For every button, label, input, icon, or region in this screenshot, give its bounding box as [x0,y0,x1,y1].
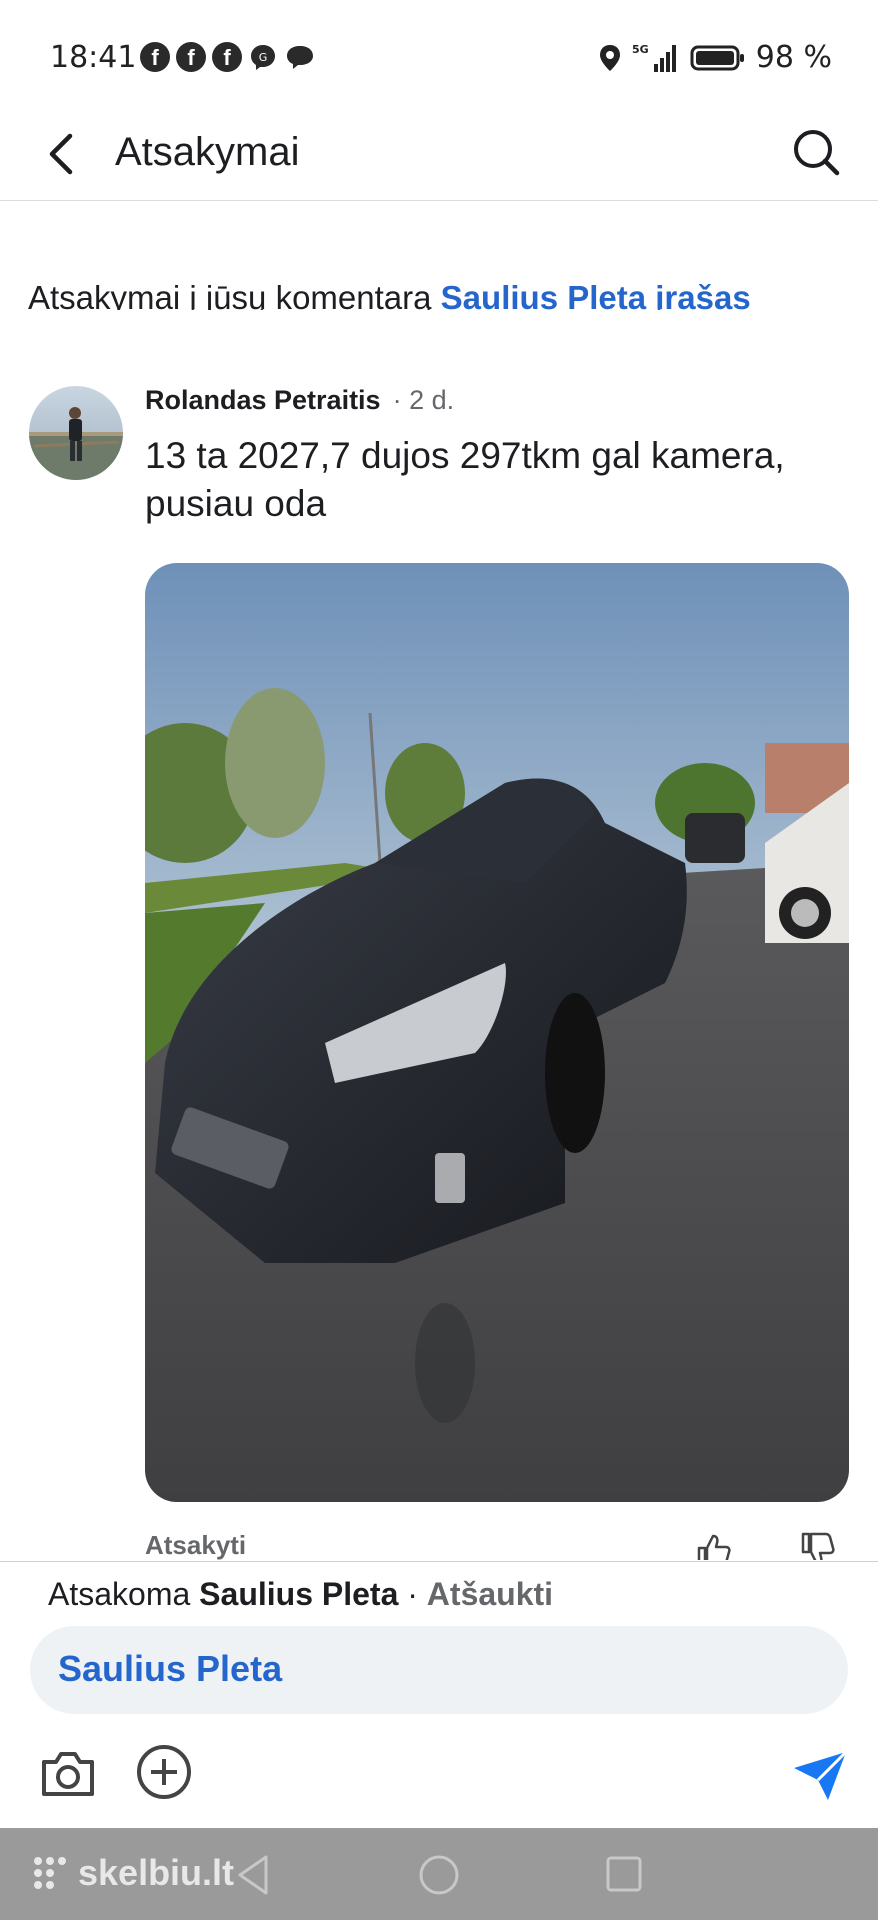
search-icon[interactable] [788,124,844,180]
chat-icon [287,46,313,69]
messenger-icon: G [251,45,275,70]
comment-text: 13 ta 2027,7 dujos 297tkm gal kamera, pu… [145,435,785,524]
comment-author[interactable]: Rolandas Petraitis [145,385,381,416]
comment-meta: Rolandas Petraitis · 2 d. [145,385,454,416]
car-photo[interactable] [145,563,849,1502]
watermark: skelbiu.lt [30,1852,234,1894]
nav-home-icon[interactable] [416,1852,462,1898]
replying-separator: · [398,1576,427,1612]
facebook-icon: f [140,42,170,72]
notification-icons: f f f G [140,42,316,72]
comment-actions: Atsakyti [145,1530,845,1560]
battery-icon [690,45,744,70]
comment-time: · 2 d. [392,385,455,415]
post-link[interactable]: Saulius Pleta įrašas [441,279,751,310]
camera-icon[interactable] [38,1746,98,1802]
svg-text:G: G [259,51,268,64]
thumbs-down-icon[interactable] [797,1530,837,1560]
replies-context: Atsakymai į jūsų komentarą Saulius Pleta… [28,274,751,310]
avatar[interactable] [29,386,123,480]
cancel-reply-button[interactable]: Atšaukti [427,1576,553,1612]
replying-name: Saulius Pleta [199,1576,399,1612]
back-arrow-icon[interactable] [36,126,92,182]
system-nav-bar: skelbiu.lt [0,1828,878,1920]
thumbs-up-icon[interactable] [693,1530,733,1560]
status-right: 5G 98 % [598,40,832,75]
reply-button[interactable]: Atsakyti [145,1530,246,1560]
status-bar: 18:41 f f f G 5G 98 % [0,0,878,110]
page-title: Atsakymai [115,130,300,174]
reply-input[interactable]: Saulius Pleta [30,1626,848,1714]
nav-back-icon[interactable] [232,1852,276,1898]
status-time: 18:41 [50,40,137,75]
add-icon[interactable] [134,1742,194,1802]
send-icon[interactable] [790,1748,850,1804]
app-header: Atsakymai [0,110,878,201]
context-prefix: Atsakymai į jūsų komentarą [28,279,441,310]
facebook-icon: f [212,42,242,72]
replying-to: Atsakoma Saulius Pleta · Atšaukti [48,1576,553,1613]
watermark-logo-icon [34,1857,66,1889]
replying-prefix: Atsakoma [48,1576,200,1612]
reply-composer: Atsakoma Saulius Pleta · Atšaukti Sauliu… [0,1561,878,1829]
signal-icon: 5G [632,43,676,72]
battery-percent: 98 % [755,40,832,75]
watermark-text: skelbiu.lt [78,1852,235,1893]
location-icon [599,44,620,71]
facebook-icon: f [176,42,206,72]
nav-recent-icon[interactable] [604,1854,644,1894]
reply-input-value[interactable]: Saulius Pleta [58,1648,282,1690]
svg-text:5G: 5G [632,43,649,56]
